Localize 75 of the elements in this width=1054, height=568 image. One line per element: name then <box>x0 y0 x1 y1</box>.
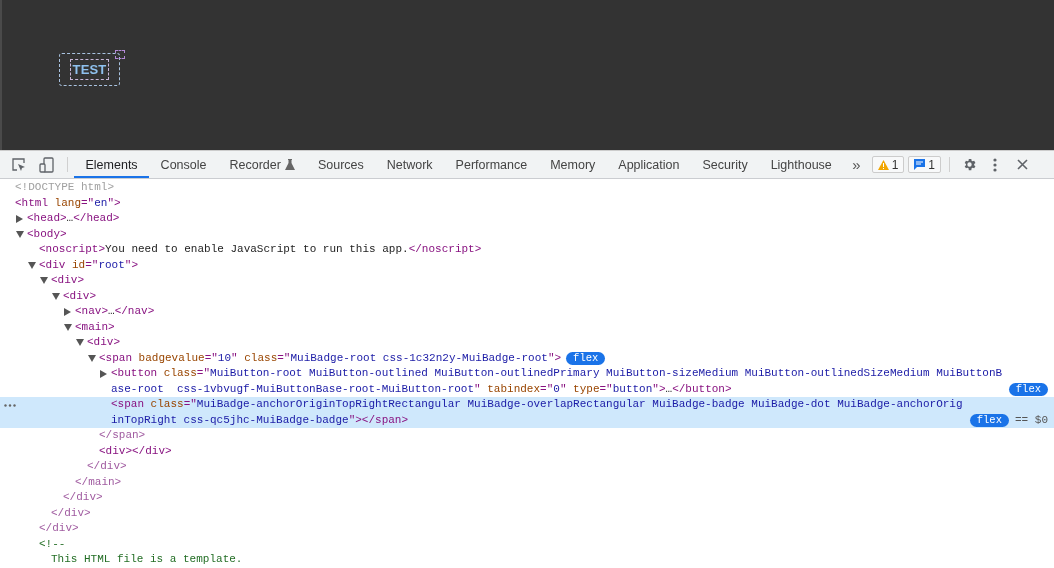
dom-node-row[interactable]: <div> <box>0 335 1054 351</box>
code-line: </div> <box>87 459 127 474</box>
dom-node-row[interactable]: This HTML file is a template. <box>0 552 1054 568</box>
code-line: <button class="MuiButton-root MuiButton-outlined MuiButton-outlinedPrimary MuiButton-sizeMedium MuiButton-outlinedSizeMedium MuiButtonBase-root css-1vbvugf-MuiButtonBase-root-MuiButton-root" tabindex="0" type="button">…</button> <box>111 366 1004 397</box>
collapse-triangle-icon[interactable] <box>28 261 36 269</box>
collapse-triangle-icon[interactable] <box>40 277 48 284</box>
code-line: <body> <box>27 226 67 242</box>
dom-node-row[interactable]: </div> <box>0 521 1054 537</box>
code-line: <div> <box>51 273 84 288</box>
dom-node-row[interactable]: <nav>…</nav> <box>0 304 1054 320</box>
selected-node-marker: == $0 <box>1015 412 1048 428</box>
expand-triangle-icon[interactable] <box>100 370 107 378</box>
layout-badge[interactable]: flex <box>969 414 1009 427</box>
dom-node-row[interactable]: </main> <box>0 474 1054 490</box>
dom-node-row[interactable]: </div> <box>0 490 1054 506</box>
code-line: </div> <box>39 521 79 536</box>
panel-tab[interactable]: Recorder <box>218 151 307 178</box>
code-line: <head>…</head> <box>27 211 120 226</box>
dom-node-row[interactable]: <noscript>You need to enable JavaScript to run this app.</noscript> <box>0 242 1054 258</box>
dom-node-row[interactable]: <!-- <box>0 536 1054 552</box>
dom-node-row[interactable]: </span> <box>0 428 1054 444</box>
code-line: <div> <box>63 288 96 304</box>
collapse-triangle-icon[interactable] <box>76 339 84 346</box>
message-icon <box>914 159 926 170</box>
test-button[interactable]: TEST <box>59 53 120 86</box>
panel-tab[interactable]: Performance <box>444 151 539 178</box>
code-line: <main> <box>75 319 115 335</box>
code-line: <span class="MuiBadge-anchorOriginTopRightRectangular MuiBadge-overlapRectangular MuiBadge-badge MuiBadge-dot MuiBadge-anchorOriginTopRight css-qc5jhc-MuiBadge-badge"></span> <box>111 397 964 428</box>
code-line: <span badgevalue="10" class="MuiBadge-root css-1c32n2y-MuiBadge-root"> <box>99 350 562 366</box>
dom-node-row[interactable]: <div id="root"> <box>0 257 1054 273</box>
dom-node-row[interactable]: <div> <box>0 288 1054 304</box>
dom-node-row[interactable]: <body> <box>0 226 1054 242</box>
collapse-triangle-icon[interactable] <box>88 354 96 362</box>
code-line: <nav>…</nav> <box>75 304 155 319</box>
code-line: </span> <box>99 428 146 443</box>
dom-node-row[interactable]: <html lang="en"> <box>0 195 1054 211</box>
dom-node-row[interactable]: </div> <box>0 505 1054 521</box>
dom-node-row[interactable]: <div> <box>0 273 1054 289</box>
layout-badge[interactable]: flex <box>566 352 606 365</box>
dom-node-row[interactable]: <div></div> <box>0 443 1054 459</box>
warnings-counter[interactable]: 1 <box>871 156 905 173</box>
code-line: <!-- <box>39 536 66 552</box>
code-line: <noscript>You need to enable JavaScript to run this app.</noscript> <box>39 242 482 257</box>
dom-node-row[interactable]: <head>…</head> <box>0 211 1054 227</box>
code-line: </div> <box>63 490 103 505</box>
messages-counter[interactable]: 1 <box>908 156 942 173</box>
dom-node-row[interactable]: <span class="MuiBadge-anchorOriginTopRightRectangular MuiBadge-overlapRectangular MuiBadge-badge MuiBadge-dot MuiBadge-anchorOriginTopRight css-qc5jhc-MuiBadge-badge"></span> flex == $0 <box>0 397 1054 428</box>
panel-tab[interactable]: Application <box>606 151 691 178</box>
collapse-triangle-icon[interactable] <box>52 292 60 300</box>
panel-tab[interactable]: Elements <box>74 151 150 178</box>
dom-node-row[interactable]: </div> <box>0 459 1054 475</box>
code-line: <div> <box>87 335 120 350</box>
code-line: <div></div> <box>99 443 172 459</box>
panel-tab[interactable]: Console <box>149 151 218 178</box>
layout-badge[interactable]: flex <box>1008 383 1048 396</box>
code-line: </div> <box>51 505 91 521</box>
panel-tab[interactable]: Memory <box>538 151 607 178</box>
expand-triangle-icon[interactable] <box>16 215 23 223</box>
panel-tab[interactable]: Sources <box>306 151 376 178</box>
panel-tab[interactable]: Lighthouse <box>759 151 844 178</box>
dom-node-row[interactable]: <span badgevalue="10" class="MuiBadge-root css-1c32n2y-MuiBadge-root"> flex <box>0 350 1054 366</box>
code-line: <div id="root"> <box>39 257 139 273</box>
code-line: <html lang="en"> <box>15 195 121 211</box>
expand-triangle-icon[interactable] <box>64 308 71 316</box>
code-line: This HTML file is a template. <box>51 552 243 567</box>
code-line: <!DOCTYPE html> <box>15 180 115 195</box>
collapse-triangle-icon[interactable] <box>64 323 72 331</box>
panel-tab[interactable]: Network <box>375 151 445 178</box>
code-line: </main> <box>75 474 122 490</box>
warning-icon <box>877 159 889 170</box>
dom-node-row[interactable]: <main> <box>0 319 1054 335</box>
panel-tab[interactable]: Security <box>691 151 760 178</box>
more-icon[interactable] <box>4 404 16 407</box>
more-tabs-button[interactable]: » <box>843 151 870 178</box>
collapse-triangle-icon[interactable] <box>16 230 24 238</box>
